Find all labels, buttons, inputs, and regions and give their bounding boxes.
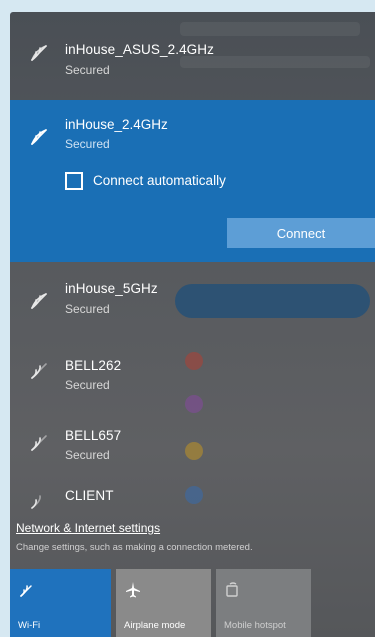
network-item[interactable]: BELL657 Secured [10,408,375,482]
network-item[interactable]: inHouse_5GHz Secured [10,262,375,338]
network-flyout: inHouse_ASUS_2.4GHz Secured inHouse_2.4G… [10,12,375,637]
wifi-signal-icon [28,42,52,62]
network-status: Secured [65,302,110,316]
network-status: Secured [65,448,110,462]
connect-automatically-label: Connect automatically [93,173,226,188]
network-name: inHouse_2.4GHz [65,117,168,132]
airplane-icon [124,581,142,599]
wifi-signal-icon [28,360,52,380]
connect-button[interactable]: Connect [227,218,375,248]
wifi-signal-icon [28,290,52,310]
airplane-mode-tile[interactable]: Airplane mode [116,569,211,637]
hotspot-tile-label: Mobile hotspot [224,620,286,631]
network-item[interactable]: CLIENT [10,482,375,518]
airplane-tile-label: Airplane mode [124,620,186,631]
wifi-signal-icon [28,126,52,151]
network-status: Secured [65,137,110,151]
network-name: BELL262 [65,358,122,373]
hotspot-icon [224,581,242,599]
network-item-selected[interactable]: inHouse_2.4GHz Secured Connect automatic… [10,100,375,262]
network-status: Secured [65,378,110,392]
network-name: inHouse_ASUS_2.4GHz [65,42,214,57]
network-item[interactable]: inHouse_ASUS_2.4GHz Secured [10,12,375,100]
network-name: BELL657 [65,428,122,443]
mobile-hotspot-tile[interactable]: Mobile hotspot [216,569,311,637]
connect-automatically-checkbox[interactable] [65,172,83,190]
network-name: CLIENT [65,488,114,503]
wifi-signal-icon [18,581,36,599]
network-settings-link[interactable]: Network & Internet settings [16,521,160,535]
network-settings-description: Change settings, such as making a connec… [16,542,253,553]
wifi-signal-icon [28,490,52,510]
wifi-signal-icon [28,432,52,452]
network-status: Secured [65,63,110,77]
wifi-toggle-tile[interactable]: Wi-Fi [10,569,111,637]
screen-background: inHouse_ASUS_2.4GHz Secured inHouse_2.4G… [0,0,375,637]
wifi-tile-label: Wi-Fi [18,620,41,631]
network-name: inHouse_5GHz [65,281,158,296]
network-item[interactable]: BELL262 Secured [10,338,375,408]
